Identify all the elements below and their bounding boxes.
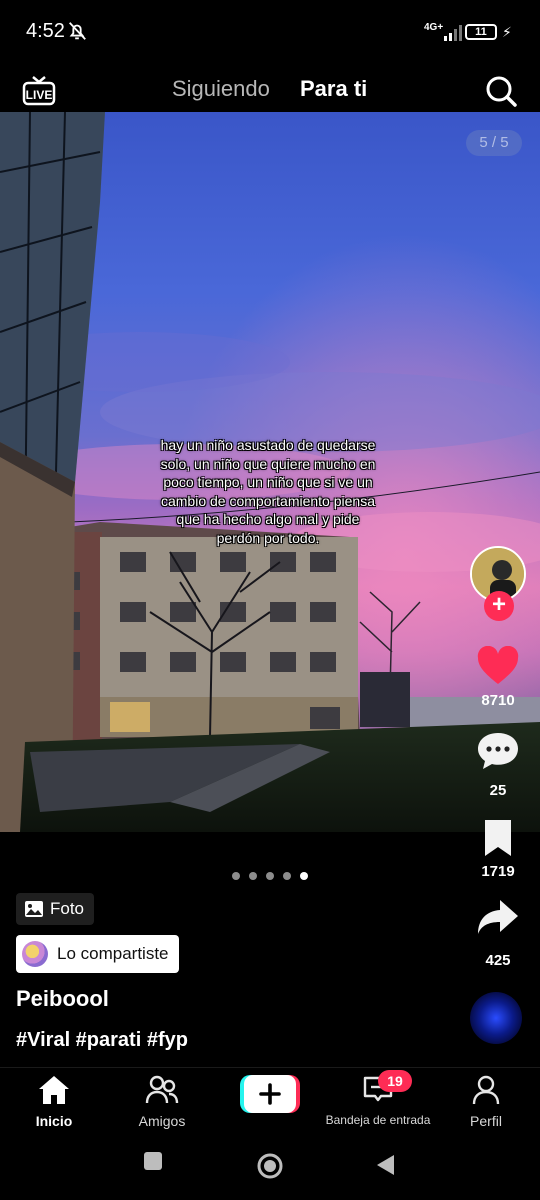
comment-icon[interactable]: [476, 731, 520, 771]
comment-count: 25: [489, 782, 507, 799]
nav-friends[interactable]: Amigos: [128, 1074, 196, 1129]
page-counter: 5 / 5: [466, 130, 522, 156]
charging-icon: ⚡: [502, 24, 512, 40]
friends-icon: [145, 1075, 179, 1104]
profile-icon: [472, 1075, 500, 1105]
share-icon[interactable]: [476, 898, 520, 938]
share-count: 425: [485, 952, 511, 969]
follow-button[interactable]: +: [484, 591, 514, 621]
nav-profile-label: Perfil: [470, 1113, 502, 1129]
nav-profile[interactable]: Perfil: [454, 1074, 518, 1129]
back-icon[interactable]: [374, 1153, 396, 1177]
live-icon[interactable]: LIVE: [22, 74, 56, 106]
slide-dot[interactable]: [266, 872, 274, 880]
creator-username[interactable]: Peiboool: [16, 986, 109, 1012]
photo-caption-text: hay un niño asustado de quedarse solo, u…: [160, 437, 376, 546]
slide-dot-active[interactable]: [300, 872, 308, 880]
slide-dot[interactable]: [283, 872, 291, 880]
like-count: 8710: [481, 692, 515, 709]
nav-inbox-label: Bandeja de entrada: [325, 1113, 431, 1127]
shared-label: Lo compartiste: [57, 944, 169, 963]
nav-home[interactable]: Inicio: [20, 1074, 88, 1129]
tab-for-you[interactable]: Para ti: [300, 76, 367, 102]
signal-icon: [444, 25, 462, 41]
hashtags[interactable]: #Viral #parati #fyp: [16, 1029, 188, 1052]
save-count: 1719: [481, 863, 515, 880]
heart-icon[interactable]: [476, 646, 520, 686]
svg-text:LIVE: LIVE: [26, 88, 53, 102]
photo-type-chip[interactable]: Foto: [16, 893, 95, 925]
home-icon: [39, 1076, 69, 1104]
nav-friends-label: Amigos: [138, 1113, 186, 1129]
network-type: 4G+: [424, 22, 444, 33]
slide-dot[interactable]: [249, 872, 257, 880]
shared-avatar: [22, 941, 48, 967]
tab-following[interactable]: Siguiendo: [172, 76, 270, 102]
home-system-icon[interactable]: [256, 1152, 284, 1180]
create-button[interactable]: [240, 1074, 300, 1114]
inbox-badge: 19: [378, 1070, 412, 1092]
slide-dot[interactable]: [232, 872, 240, 880]
top-nav: [0, 64, 540, 114]
photo-icon: [25, 901, 43, 917]
shared-chip[interactable]: Lo compartiste: [16, 935, 179, 973]
battery-level: 11: [465, 24, 497, 40]
bell-off-icon: [69, 22, 86, 40]
clock: 4:52: [26, 20, 65, 42]
slide-indicator: [232, 867, 317, 880]
status-bar: 4:52 4G+ 11 ⚡: [0, 0, 540, 64]
recents-icon[interactable]: [142, 1150, 164, 1172]
photo-type-label: Foto: [50, 899, 85, 918]
music-disc[interactable]: [470, 992, 522, 1044]
nav-home-label: Inicio: [35, 1113, 73, 1129]
search-icon[interactable]: [484, 74, 518, 108]
bookmark-icon[interactable]: [476, 818, 520, 858]
